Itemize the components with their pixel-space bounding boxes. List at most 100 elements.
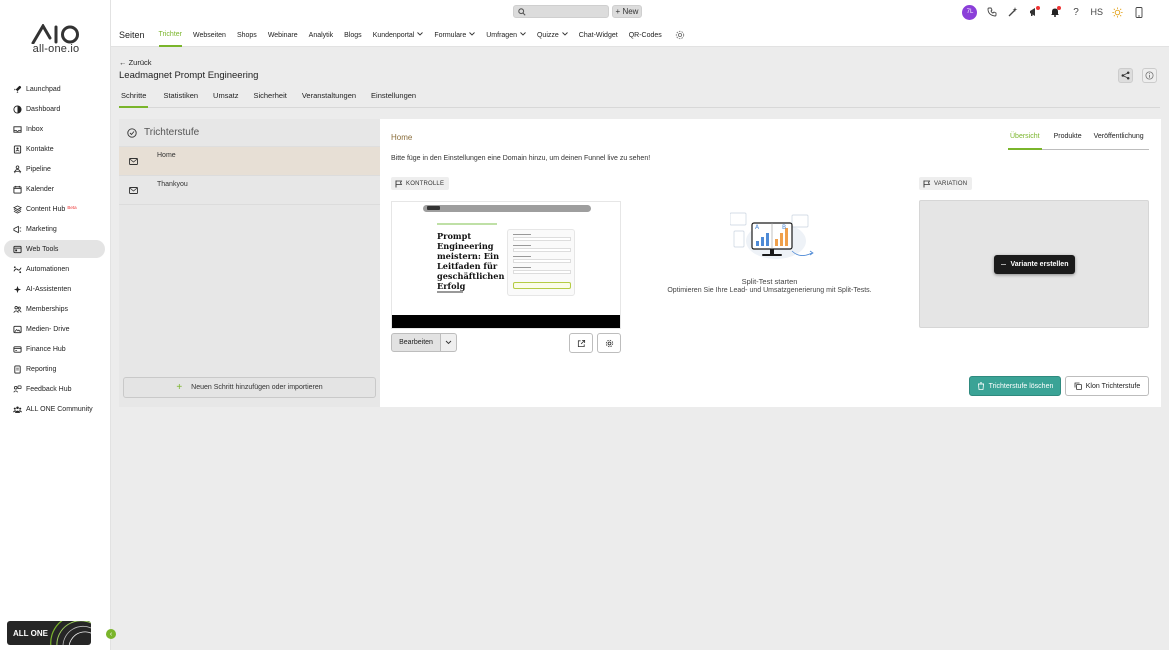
sidebar-item-all-one-community[interactable]: ALL ONE Community xyxy=(4,400,105,418)
check-circle-icon xyxy=(127,127,137,138)
bell-icon[interactable] xyxy=(1048,5,1062,19)
sidebar-item-ai-assistenten[interactable]: AI-Assistenten xyxy=(4,280,105,298)
new-button[interactable]: + New xyxy=(612,5,642,18)
edit-button[interactable]: Bearbeiten xyxy=(391,333,441,352)
account-avatar[interactable]: 7L xyxy=(962,4,978,20)
mobile-icon[interactable] xyxy=(1132,6,1145,19)
collapse-sidebar-button[interactable]: ‹ xyxy=(106,629,116,639)
tab-statistiken[interactable]: Statistiken xyxy=(163,88,198,108)
sidebar-item-label: Pipeline xyxy=(26,165,51,173)
tab-label: Formulare xyxy=(434,31,467,39)
sidebar-item-kontakte[interactable]: Kontakte xyxy=(4,140,105,158)
sidebar-item-dashboard[interactable]: Dashboard xyxy=(4,100,105,118)
tab-umfragen[interactable]: Umfragen xyxy=(486,24,526,47)
tab-produkte[interactable]: Produkte xyxy=(1054,129,1082,150)
phone-icon[interactable] xyxy=(985,6,998,19)
external-link-icon xyxy=(577,339,585,347)
sun-icon[interactable] xyxy=(1111,6,1124,19)
sidebar-item-memberships[interactable]: Memberships xyxy=(4,300,105,318)
help-icon[interactable]: ? xyxy=(1069,6,1082,19)
tab-shops[interactable]: Shops xyxy=(237,24,257,47)
step-item-thankyou[interactable]: Thankyou xyxy=(119,176,380,205)
sidebar-item-label: AI-Assistenten xyxy=(26,285,72,293)
sidebar-item-content-hub[interactable]: Content Hub Beta xyxy=(4,200,105,218)
tab-analytik[interactable]: Analytik xyxy=(309,24,334,47)
step-settings-button[interactable] xyxy=(597,333,621,353)
split-test-chart-icon: A B xyxy=(729,212,814,259)
sidebar-item-label: Kontakte xyxy=(26,145,54,153)
tab-webinare[interactable]: Webinare xyxy=(268,24,298,47)
sidebar-item-label: Dashboard xyxy=(26,105,61,113)
sidebar-item-automationen[interactable]: Automationen xyxy=(4,260,105,278)
tab-einstellungen[interactable]: Einstellungen xyxy=(371,88,416,108)
sidebar-item-web-tools[interactable]: Web Tools xyxy=(4,240,105,258)
magic-wand-icon[interactable] xyxy=(1006,6,1019,19)
sidebar-item-medien-drive[interactable]: Medien- Drive xyxy=(4,320,105,338)
info-button[interactable] xyxy=(1142,68,1157,83)
edit-button-group: Bearbeiten xyxy=(391,333,457,352)
control-badge-label: KONTROLLE xyxy=(406,180,445,187)
sidebar-item-inbox[interactable]: Inbox xyxy=(4,120,105,138)
sidebar-item-label: Web Tools xyxy=(26,245,59,253)
sidebar-item-label: Finance Hub xyxy=(26,345,66,353)
user-initials[interactable]: HS xyxy=(1090,6,1103,19)
back-link[interactable]: ← Zurück xyxy=(119,58,152,67)
tab-veröffentlichung[interactable]: Veröffentlichung xyxy=(1094,129,1144,150)
page-title: Leadmagnet Prompt Engineering xyxy=(119,70,259,81)
share-button[interactable] xyxy=(1118,68,1133,83)
clone-step-label: Klon Trichterstufe xyxy=(1085,382,1141,390)
brand-url: all-one.io xyxy=(32,43,80,55)
minus-icon xyxy=(1000,264,1006,265)
tab-qr-codes[interactable]: QR-Codes xyxy=(629,24,662,47)
tab-label: Kundenportal xyxy=(372,31,415,39)
megaphone-icon[interactable] xyxy=(1027,5,1041,19)
sidebar-nav: Launchpad Dashboard Inbox Kontakte Pipeline K… xyxy=(4,80,105,420)
sidebar-item-marketing[interactable]: Marketing xyxy=(4,220,105,238)
open-external-button[interactable] xyxy=(569,333,593,353)
steps-panel-title: Trichterstufe xyxy=(144,127,200,138)
detail-tabs: Übersicht Produkte Veröffentlichung xyxy=(1008,129,1149,150)
tab-schritte[interactable]: Schritte xyxy=(119,88,149,108)
plus-icon: + xyxy=(176,382,183,393)
sidebar-item-feedback-hub[interactable]: Feedback Hub xyxy=(4,380,105,398)
tab-veranstaltungen[interactable]: Veranstaltungen xyxy=(302,88,356,108)
edit-dropdown-button[interactable] xyxy=(441,333,457,352)
tab-label: Shops xyxy=(236,31,257,39)
sidebar-item-label: Memberships xyxy=(26,305,69,313)
page-preview-thumbnail[interactable]: Prompt Engineering meistern: Ein Leitfad… xyxy=(391,201,621,329)
notification-dot xyxy=(1036,5,1041,10)
tab-chat-widget[interactable]: Chat-Widget xyxy=(579,24,618,47)
brand-logo[interactable]: all-one.io xyxy=(27,24,85,55)
tab-formulare[interactable]: Formulare xyxy=(434,24,476,47)
search-input[interactable] xyxy=(513,5,609,18)
step-item-home[interactable]: Home xyxy=(119,147,380,176)
steps-list: Home Thankyou xyxy=(119,147,380,205)
sidebar-item-finance-hub[interactable]: Finance Hub xyxy=(4,340,105,358)
preview-form xyxy=(507,229,575,296)
calendar-icon xyxy=(12,184,22,194)
subnav-settings-gear-icon[interactable] xyxy=(675,24,685,47)
share-icon xyxy=(1121,71,1130,80)
all-one-card[interactable]: ALL ONE xyxy=(7,621,91,645)
sidebar-item-reporting[interactable]: Reporting xyxy=(4,360,105,378)
preview-author-line xyxy=(437,291,463,293)
delete-step-button[interactable]: Trichterstufe löschen xyxy=(969,376,1061,396)
sidebar: all-one.io Launchpad Dashboard Inbox Kontak… xyxy=(0,0,111,650)
web-tools-icon xyxy=(12,244,22,254)
sidebar-item-pipeline[interactable]: Pipeline xyxy=(4,160,105,178)
tab-label: Webseiten xyxy=(193,31,226,39)
tab-übersicht[interactable]: Übersicht xyxy=(1008,129,1042,150)
tab-sicherheit[interactable]: Sicherheit xyxy=(253,88,286,108)
tab-kundenportal[interactable]: Kundenportal xyxy=(373,24,424,47)
tab-umsatz[interactable]: Umsatz xyxy=(213,88,238,108)
tab-trichter[interactable]: Trichter xyxy=(158,24,182,47)
sidebar-item-kalender[interactable]: Kalender xyxy=(4,180,105,198)
sidebar-item-launchpad[interactable]: Launchpad xyxy=(4,80,105,98)
clone-step-button[interactable]: Klon Trichterstufe xyxy=(1065,376,1149,396)
chevron-down-icon xyxy=(445,340,452,345)
tab-blogs[interactable]: Blogs xyxy=(344,24,362,47)
create-variant-button[interactable]: Variante erstellen xyxy=(994,255,1075,274)
add-step-button[interactable]: + Neuen Schritt hinzufügen oder importie… xyxy=(123,377,376,398)
tab-webseiten[interactable]: Webseiten xyxy=(193,24,226,47)
tab-quizze[interactable]: Quizze xyxy=(537,24,568,47)
